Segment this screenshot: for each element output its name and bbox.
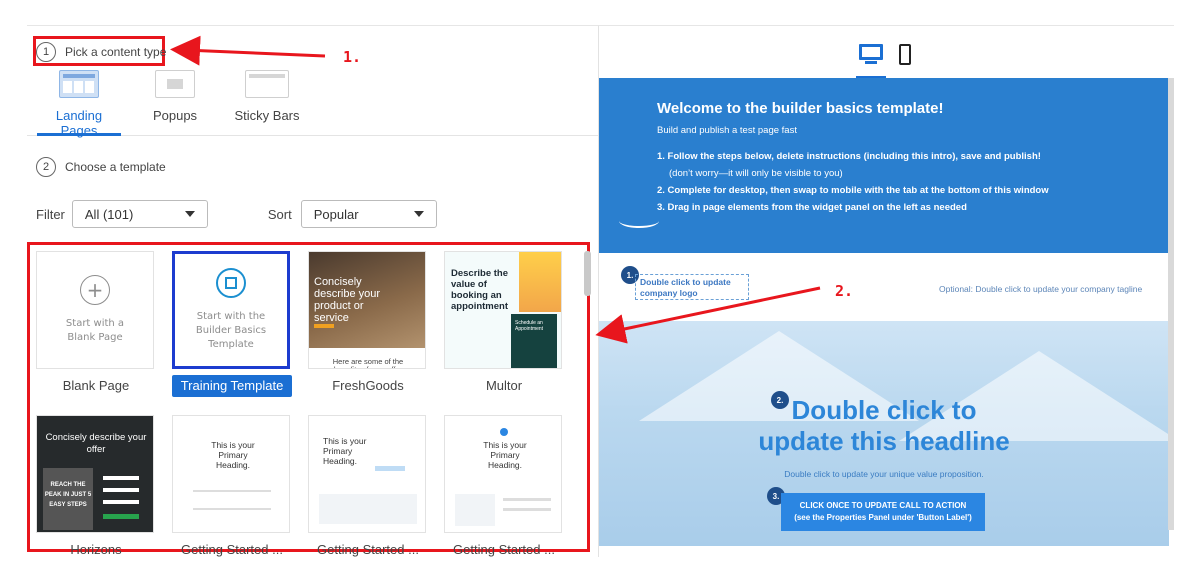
tab-sticky-bars[interactable]: Sticky Bars [232,70,302,136]
template-name: Horizons [70,542,122,557]
template-card-getting-started-1[interactable]: This is your Primary Heading. Getting St… [172,415,292,557]
template-card-multor[interactable]: Describe the value of booking an appoint… [444,251,564,397]
hero-image-section: 2. Double click to update this headline … [599,321,1169,546]
preview-panel: Welcome to the builder basics template! … [599,25,1174,546]
step2-header: 2 Choose a template [36,157,166,177]
template-card-training[interactable]: Start with the Builder Basics Template T… [172,251,292,397]
hero-steps: 1. Follow the steps below, delete instru… [657,148,1169,216]
thumb-inner: REACH THE PEAK IN JUST 5 EASY STEPS [43,468,93,530]
template-thumb: Describe the value of booking an appoint… [444,251,562,369]
filter-value: All (101) [84,206,134,222]
template-thumb: + Start with a Blank Page [36,251,154,369]
template-card-getting-started-3[interactable]: This is your Primary Heading. Getting St… [444,415,564,557]
template-name: Training Template [172,375,292,397]
thumb-text: Start with the Builder Basics Template [195,311,267,350]
hero-section[interactable]: Welcome to the builder basics template! … [599,78,1169,253]
company-tagline[interactable]: Optional: Double click to update your co… [939,284,1142,294]
desktop-icon [859,44,883,60]
template-thumb: Concisely describe your offer REACH THE … [36,415,154,533]
template-name: Multor [485,378,523,393]
template-card-getting-started-2[interactable]: This is your Primary Heading. Getting St… [308,415,428,557]
filter-select[interactable]: All (101) [71,200,208,228]
template-name: Blank Page [62,378,130,393]
plus-circle-icon: + [80,275,110,305]
hero-step: 3. Drag in page elements from the widget… [657,202,967,213]
template-thumb: This is your Primary Heading. [444,415,562,533]
chevron-down-icon [413,211,424,217]
step1-label: Pick a content type [65,45,167,59]
main-headline[interactable]: Double click to update this headline [599,395,1169,457]
value-proposition[interactable]: Double click to update your unique value… [599,469,1169,479]
step2-number: 2 [36,157,56,177]
template-card-horizons[interactable]: Concisely describe your offer REACH THE … [36,415,156,557]
hero-step: (don’t worry—it will only be visible to … [669,168,843,179]
thumb-text: Concisely describe your product or servi… [314,276,381,324]
sticky-bar-icon [245,70,289,98]
tab-popups-label: Popups [152,108,198,123]
cta-button[interactable]: CLICK ONCE TO UPDATE CALL TO ACTION (see… [781,493,985,531]
chevron-down-icon [184,211,195,217]
landing-page-icon [59,70,99,98]
template-name: FreshGoods [332,378,404,393]
thumb-text: Start with a Blank Page [65,318,125,343]
thumb-text: Describe the value of booking an appoint… [451,268,509,312]
popup-icon [155,70,195,98]
mobile-icon[interactable] [899,44,911,65]
thumb-text: This is your Primary Heading. [211,440,255,470]
step1-number: 1 [36,42,56,62]
template-thumb: Start with the Builder Basics Template [172,251,290,369]
desktop-view-button[interactable] [856,42,886,78]
thumb-text: This is your Primary Heading. [483,440,527,470]
annotation-2: 2. [835,282,854,300]
template-name: Getting Started ... [317,542,419,557]
thumb-person [519,252,561,312]
template-thumb: This is your Primary Heading. [172,415,290,533]
company-logo-placeholder[interactable]: Double click to update company logo [635,274,749,300]
template-card-blank[interactable]: + Start with a Blank Page Blank Page [36,251,156,397]
hero-step: 2. Complete for desktop, then swap to mo… [657,185,1049,196]
sort-label: Sort [267,206,292,222]
logo-row: 1. Double click to update company logo O… [599,253,1169,321]
tab-landing-pages[interactable]: Landing Pages [37,70,121,138]
annotation-1: 1. [343,48,362,66]
thumb-footer: Here are some of the benefits of your of… [309,348,425,368]
template-name: Getting Started ... [181,542,283,557]
template-name: Getting Started ... [453,542,555,557]
template-chooser-panel: 1 Pick a content type Landing Pages Popu… [27,25,599,557]
filter-sort-row: Filter All (101) Sort Popular [36,200,437,228]
hero-subtitle: Build and publish a test page fast [657,125,797,136]
sort-value: Popular [313,206,359,222]
content-type-tabs: Landing Pages Popups Sticky Bars [27,70,598,138]
template-thumb: This is your Primary Heading. [308,415,426,533]
curved-arrow-icon [619,214,659,228]
thumb-side: Schedule an Appointment [511,314,557,368]
thumb-text: This is your Primary Heading. [323,436,367,466]
thumb-text: Concisely describe your offer [45,432,147,455]
hero-step: 1. Follow the steps below, delete instru… [657,151,1041,162]
sort-select[interactable]: Popular [300,200,437,228]
tab-sticky-bars-label: Sticky Bars [234,108,300,123]
filter-label: Filter [36,206,65,222]
template-thumb: Concisely describe your product or servi… [308,251,426,369]
preview-scrollbar[interactable] [1168,78,1174,530]
template-grid-scrollbar[interactable] [584,251,591,296]
step2-label: Choose a template [65,160,166,174]
tab-popups[interactable]: Popups [147,70,203,136]
template-card-freshgoods[interactable]: Concisely describe your product or servi… [308,251,428,397]
step1-header: 1 Pick a content type [36,42,166,62]
builder-icon [216,268,246,298]
hero-title: Welcome to the builder basics template! [657,100,944,117]
